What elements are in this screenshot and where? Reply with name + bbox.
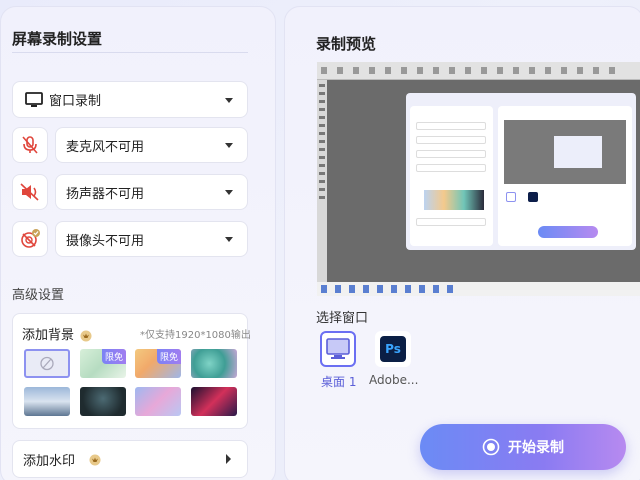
monitor-icon — [25, 92, 43, 112]
free-badge: 限免 — [156, 349, 181, 364]
preview-title: 录制预览 — [316, 35, 377, 53]
chevron-right-icon — [226, 454, 231, 464]
background-title: 添加背景 — [22, 328, 75, 343]
chevron-down-icon — [225, 97, 233, 103]
vip-crown-icon — [80, 330, 92, 341]
camera-muted-icon — [21, 229, 40, 248]
background-none[interactable] — [24, 349, 70, 378]
background-note: *仅支持1920*1080输出 — [140, 330, 251, 341]
window-option-desktop-label: 桌面 1 — [321, 375, 357, 389]
background-thumb-mountain[interactable] — [24, 387, 70, 416]
microphone-label: 麦克风不可用 — [66, 139, 145, 155]
start-recording-label: 开始录制 — [508, 440, 564, 456]
microphone-select[interactable]: 麦克风不可用 — [55, 127, 248, 163]
free-badge: 限免 — [101, 349, 126, 364]
preview-nested-dialog — [406, 93, 636, 250]
record-icon — [482, 438, 500, 456]
window-option-desktop[interactable] — [320, 331, 356, 367]
advanced-settings-title: 高级设置 — [12, 288, 65, 303]
select-window-title: 选择窗口 — [316, 311, 369, 326]
background-thumb-red[interactable] — [191, 387, 237, 416]
speaker-label: 扬声器不可用 — [66, 186, 145, 202]
recording-preview — [317, 62, 640, 296]
preview-taskbar — [317, 282, 640, 296]
chevron-down-icon — [225, 237, 233, 242]
settings-title: 屏幕录制设置 — [12, 30, 103, 48]
background-thumb-dark[interactable] — [80, 387, 126, 416]
title-divider — [12, 52, 248, 53]
record-mode-label: 窗口录制 — [49, 94, 102, 109]
camera-select[interactable]: 摄像头不可用 — [55, 221, 248, 257]
photoshop-icon: Ps — [380, 336, 406, 362]
preview-tool-column — [317, 80, 327, 282]
speaker-toggle[interactable] — [12, 174, 48, 210]
chevron-down-icon — [225, 143, 233, 148]
chevron-down-icon — [225, 190, 233, 195]
window-option-photoshop[interactable]: Ps — [375, 331, 411, 367]
watermark-label: 添加水印 — [23, 453, 76, 469]
background-title-row: 添加背景 — [22, 324, 92, 343]
preview-toolbar — [317, 62, 640, 80]
start-recording-button[interactable]: 开始录制 — [420, 424, 626, 470]
window-option-photoshop-label: Adobe... — [369, 373, 419, 387]
watermark-row[interactable]: 添加水印 — [12, 440, 248, 478]
background-thumb-orange[interactable]: 限免 — [135, 349, 181, 378]
no-background-icon — [40, 356, 54, 371]
background-thumb-green[interactable]: 限免 — [80, 349, 126, 378]
record-mode-select[interactable]: 窗口录制 — [12, 81, 248, 118]
microphone-muted-icon — [22, 136, 38, 154]
microphone-toggle[interactable] — [12, 127, 48, 163]
background-thumb-pastel[interactable] — [135, 387, 181, 416]
speaker-muted-icon — [20, 183, 39, 201]
monitor-icon — [326, 338, 350, 359]
camera-label: 摄像头不可用 — [66, 233, 145, 249]
vip-crown-icon — [89, 454, 101, 466]
background-thumb-teal[interactable] — [191, 349, 237, 378]
speaker-select[interactable]: 扬声器不可用 — [55, 174, 248, 210]
camera-toggle[interactable] — [12, 221, 48, 257]
